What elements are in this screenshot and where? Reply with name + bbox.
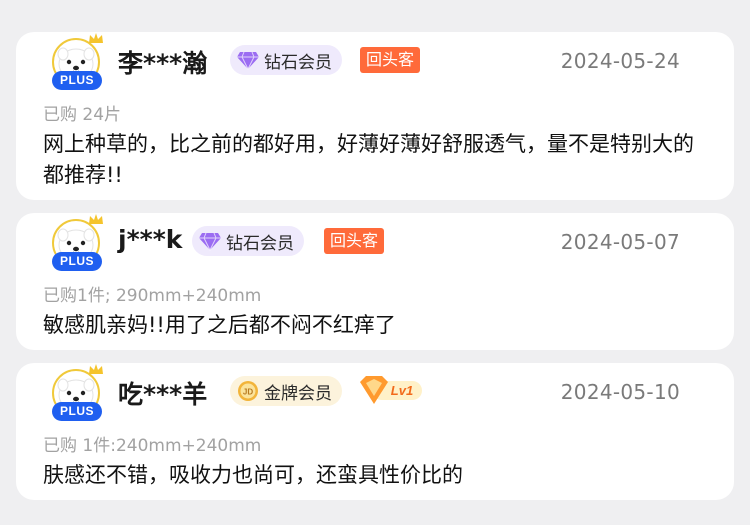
crown-icon bbox=[88, 363, 104, 375]
repeat-customer-tag: 回头客 bbox=[360, 47, 421, 73]
username: 吃***羊 bbox=[118, 380, 208, 409]
membership-label: 钻石会员 bbox=[264, 52, 332, 73]
repeat-customer-tag: 回头客 bbox=[324, 228, 385, 254]
membership-label: 金牌会员 bbox=[264, 383, 332, 404]
review-date: 2024-05-10 bbox=[560, 380, 680, 404]
purchase-spec: 已购 1件:240mm+240mm bbox=[43, 436, 262, 456]
svg-text:JD: JD bbox=[243, 388, 253, 397]
membership-label: 钻石会员 bbox=[226, 233, 294, 254]
crown-icon bbox=[88, 32, 104, 44]
review-card: PLUS j***k 钻石会员 回头客 2024-05-07 已购1件; 290… bbox=[16, 213, 734, 350]
review-date: 2024-05-24 bbox=[560, 49, 680, 73]
membership-badge: 钻石会员 bbox=[230, 45, 342, 75]
review-text: 敏感肌亲妈!!用了之后都不闷不红痒了 bbox=[43, 313, 396, 337]
avatar[interactable]: PLUS bbox=[50, 219, 104, 275]
review-card: PLUS 吃***羊 JD 金牌会员 Lv1 2024-05-10 已购 1件:… bbox=[16, 363, 734, 500]
plus-badge: PLUS bbox=[52, 252, 102, 271]
username: 李***瀚 bbox=[118, 49, 208, 78]
avatar[interactable]: PLUS bbox=[50, 38, 104, 94]
svg-text:Lv1: Lv1 bbox=[391, 383, 413, 398]
review-date: 2024-05-07 bbox=[560, 230, 680, 254]
jd-gold-icon: JD bbox=[238, 381, 258, 401]
diamond-icon bbox=[199, 232, 221, 251]
crown-icon bbox=[88, 213, 104, 225]
username: j***k bbox=[118, 225, 183, 254]
purchase-spec: 已购1件; 290mm+240mm bbox=[43, 286, 262, 306]
membership-badge: 钻石会员 bbox=[192, 226, 304, 256]
avatar[interactable]: PLUS bbox=[50, 369, 104, 425]
diamond-icon bbox=[237, 51, 259, 70]
review-card: PLUS 李***瀚 钻石会员 回头客 2024-05-24 已购 24片 网上… bbox=[16, 32, 734, 200]
membership-badge: JD 金牌会员 bbox=[230, 376, 342, 406]
level-badge-icon: Lv1 bbox=[360, 376, 422, 404]
plus-badge: PLUS bbox=[52, 402, 102, 421]
purchase-spec: 已购 24片 bbox=[43, 105, 122, 125]
plus-badge: PLUS bbox=[52, 71, 102, 90]
review-text: 网上种草的，比之前的都好用，好薄好薄好舒服透气，量不是特别大的都推荐!! bbox=[43, 132, 694, 187]
review-text: 肤感还不错，吸收力也尚可，还蛮具性价比的 bbox=[43, 463, 463, 487]
